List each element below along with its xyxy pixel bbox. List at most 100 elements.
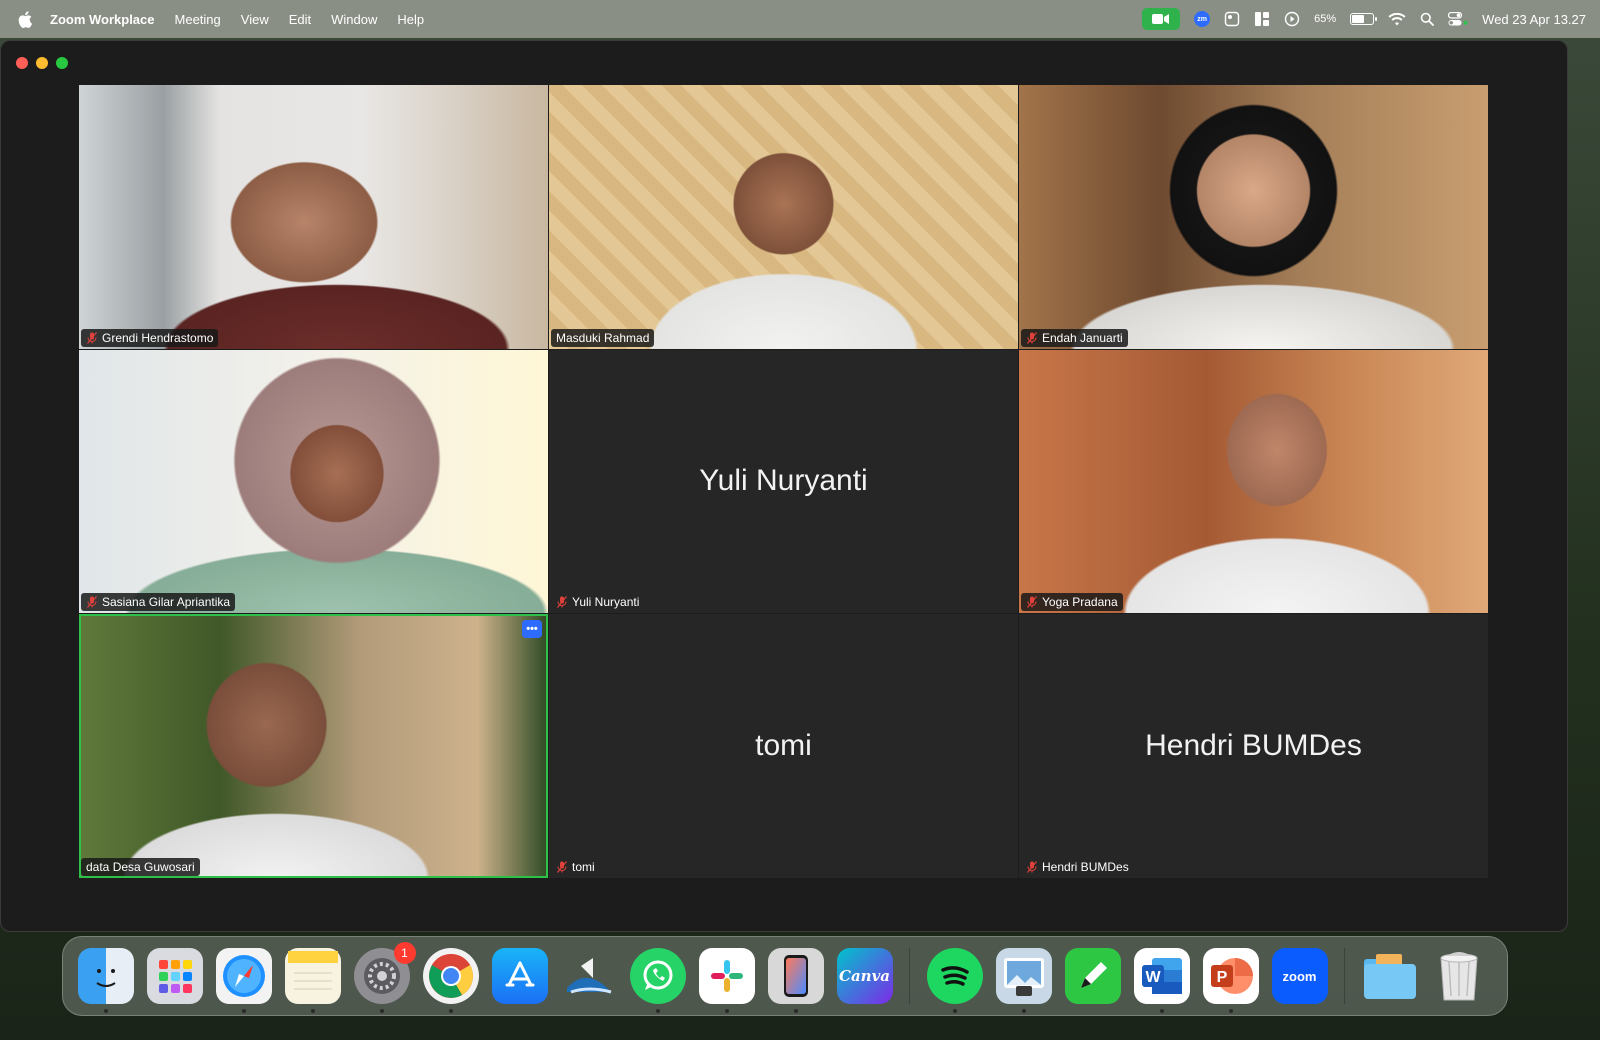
running-indicator — [1021, 1009, 1026, 1013]
tile-more-options-button[interactable]: ••• — [522, 620, 542, 639]
muted-mic-icon — [1026, 596, 1038, 609]
zoom-meeting-window: Grendi Hendrastomo Masduki Rahmad Endah … — [0, 40, 1568, 932]
muted-mic-icon — [556, 596, 568, 609]
participant-display-name: tomi — [755, 729, 812, 763]
play-circle-icon[interactable] — [1284, 11, 1300, 27]
battery-icon[interactable] — [1350, 13, 1378, 25]
participant-name: data Desa Guwosari — [86, 859, 195, 874]
menu-window[interactable]: Window — [331, 12, 377, 27]
app-store-icon[interactable] — [491, 948, 548, 1004]
participant-name: tomi — [572, 859, 595, 874]
participant-tile-hendri[interactable]: Hendri BUMDes Hendri BUMDes — [1019, 614, 1488, 878]
participant-name-tag: Sasiana Gilar Apriantika — [81, 593, 236, 612]
safari-icon[interactable] — [215, 948, 272, 1013]
participant-name: Masduki Rahmad — [556, 330, 650, 345]
participant-display-name: Yuli Nuryanti — [699, 464, 868, 498]
ppt-letter: P — [1216, 969, 1227, 986]
menu-help[interactable]: Help — [397, 12, 424, 27]
notification-badge: 1 — [393, 942, 416, 964]
sails-app-icon[interactable] — [561, 948, 617, 1004]
muted-mic-icon — [1026, 331, 1038, 344]
participant-name-tag: tomi — [551, 858, 600, 876]
pen-app-icon[interactable] — [1064, 948, 1121, 1004]
slack-icon[interactable] — [698, 948, 755, 1013]
participant-tile-yoga[interactable]: Yoga Pradana — [1019, 349, 1488, 614]
participant-tile-grendi[interactable]: Grendi Hendrastomo — [79, 85, 548, 349]
participant-name: Endah Januarti — [1042, 330, 1123, 345]
running-indicator — [1228, 1009, 1233, 1013]
participant-name-tag: Grendi Hendrastomo — [81, 328, 219, 347]
dock-separator — [909, 948, 910, 1004]
battery-fill — [1352, 15, 1365, 23]
running-indicator — [241, 1009, 246, 1013]
muted-mic-icon — [556, 861, 568, 873]
participant-name-tag: data Desa Guwosari — [81, 857, 200, 876]
spotify-icon[interactable] — [926, 948, 983, 1013]
menu-view[interactable]: View — [241, 12, 269, 27]
running-indicator — [655, 1009, 660, 1013]
menu-app-name[interactable]: Zoom Workplace — [50, 12, 155, 27]
muted-mic-icon — [86, 331, 98, 344]
participant-name: Hendri BUMDes — [1042, 859, 1129, 874]
participant-tile-endah[interactable]: Endah Januarti — [1019, 85, 1488, 349]
battery-percent: 65% — [1314, 13, 1337, 25]
participant-name-tag: Hendri BUMDes — [1021, 858, 1134, 876]
participant-display-name: Hendri BUMDes — [1145, 729, 1362, 763]
running-indicator — [1159, 1009, 1164, 1013]
participant-tile-masduki[interactable]: Masduki Rahmad — [549, 85, 1018, 349]
menu-edit[interactable]: Edit — [289, 12, 311, 27]
participant-tile-tomi[interactable]: tomi tomi — [549, 614, 1018, 878]
running-indicator — [952, 1009, 957, 1013]
apple-menu-icon[interactable] — [18, 10, 36, 28]
whatsapp-icon[interactable] — [629, 948, 686, 1013]
running-indicator — [793, 1009, 798, 1013]
muted-mic-icon — [1026, 861, 1038, 873]
window-close-button[interactable] — [16, 57, 28, 69]
zoom-video-status-icon[interactable] — [1142, 8, 1181, 30]
finder-icon[interactable] — [77, 948, 134, 1013]
word-letter: W — [1145, 969, 1161, 986]
system-settings-icon[interactable]: 1 — [353, 942, 416, 1013]
iphone-mirroring-icon[interactable] — [767, 948, 824, 1013]
canva-icon[interactable]: Canva — [836, 948, 893, 1004]
dock: 1 Canva W P zoom — [62, 936, 1508, 1016]
preview-icon[interactable] — [995, 948, 1052, 1013]
menu-meeting[interactable]: Meeting — [175, 12, 221, 27]
participant-name-tag: Masduki Rahmad — [551, 328, 655, 347]
running-indicator — [310, 1009, 315, 1013]
menu-bar: Zoom Workplace Meeting View Edit Window … — [0, 0, 1600, 38]
participant-name-tag: Yuli Nuryanti — [551, 593, 644, 611]
zoom-app-icon[interactable]: zoom — [1271, 948, 1328, 1004]
notes-icon[interactable] — [284, 948, 341, 1013]
chrome-icon[interactable] — [422, 948, 479, 1013]
muted-mic-icon — [86, 596, 98, 609]
running-indicator — [448, 1009, 453, 1013]
microsoft-word-icon[interactable]: W — [1133, 948, 1190, 1013]
menu-clock[interactable]: Wed 23 Apr 13.27 — [1482, 12, 1586, 27]
spotlight-search-icon[interactable] — [1420, 12, 1435, 26]
running-indicator — [103, 1009, 108, 1013]
status-area: zm 65% Wed 23 Apr 13.27 — [1142, 0, 1586, 38]
participant-tile-data-desa-guwosari[interactable]: ••• data Desa Guwosari — [79, 614, 548, 878]
window-fullscreen-button[interactable] — [56, 57, 68, 69]
window-minimize-button[interactable] — [36, 57, 48, 69]
microsoft-powerpoint-icon[interactable]: P — [1202, 948, 1259, 1013]
wifi-icon[interactable] — [1388, 12, 1406, 26]
participant-name: Grendi Hendrastomo — [102, 330, 214, 345]
participant-tile-yuli[interactable]: Yuli Nuryanti Yuli Nuryanti — [549, 349, 1018, 614]
running-indicator — [724, 1009, 729, 1013]
gallery-view: Grendi Hendrastomo Masduki Rahmad Endah … — [79, 85, 1488, 878]
screen-record-icon[interactable] — [1224, 11, 1240, 27]
participant-name-tag: Endah Januarti — [1021, 328, 1128, 347]
control-center-icon[interactable] — [1448, 12, 1468, 26]
window-controls — [16, 57, 68, 69]
participant-tile-sasiana[interactable]: Sasiana Gilar Apriantika — [79, 349, 548, 614]
participant-name-tag: Yoga Pradana — [1021, 593, 1123, 612]
zoom-menu-icon[interactable]: zm — [1194, 11, 1211, 27]
window-layout-icon[interactable] — [1254, 11, 1270, 27]
trash-icon[interactable] — [1431, 948, 1487, 1004]
dock-separator — [1344, 948, 1345, 1004]
participant-name: Yuli Nuryanti — [572, 595, 640, 610]
downloads-folder-icon[interactable] — [1362, 948, 1418, 1004]
launchpad-icon[interactable] — [146, 948, 203, 1004]
